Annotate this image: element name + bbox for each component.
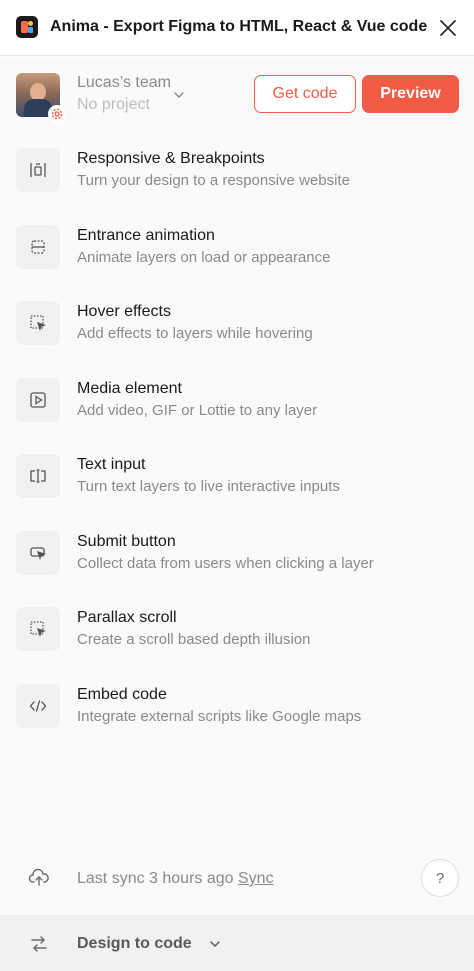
feature-subtitle: Turn text layers to live interactive inp…: [77, 478, 340, 495]
feature-subtitle: Animate layers on load or appearance: [77, 249, 331, 266]
feature-subtitle: Integrate external scripts like Google m…: [77, 708, 362, 725]
sync-link[interactable]: Sync: [238, 870, 274, 887]
anima-logo-icon: [16, 16, 38, 38]
get-code-button[interactable]: Get code: [254, 75, 356, 113]
team-name[interactable]: Lucas’s team: [77, 74, 171, 92]
feature-parallax-scroll[interactable]: Parallax scroll Create a scroll based de…: [0, 607, 474, 679]
settings-gear-icon[interactable]: [48, 105, 66, 123]
mode-switcher-bar[interactable]: Design to code: [0, 915, 474, 971]
feature-title: Parallax scroll: [77, 609, 177, 626]
hover-cursor-icon: [16, 301, 60, 345]
feature-subtitle: Collect data from users when clicking a …: [77, 555, 374, 572]
feature-title: Embed code: [77, 686, 167, 703]
sync-status: Last sync 3 hours ago Sync: [77, 870, 274, 888]
feature-subtitle: Turn your design to a responsive website: [77, 172, 350, 189]
feature-hover-effects[interactable]: Hover effects Add effects to layers whil…: [0, 301, 474, 373]
help-button[interactable]: ?: [421, 859, 459, 897]
sync-status-text: Last sync 3 hours ago: [77, 870, 234, 887]
feature-responsive-breakpoints[interactable]: Responsive & Breakpoints Turn your desig…: [0, 148, 474, 220]
feature-embed-code[interactable]: Embed code Integrate external scripts li…: [0, 684, 474, 756]
play-icon: [16, 378, 60, 422]
preview-button[interactable]: Preview: [362, 75, 459, 113]
close-icon[interactable]: [436, 16, 460, 40]
feature-title: Hover effects: [77, 303, 171, 320]
feature-subtitle: Add video, GIF or Lottie to any layer: [77, 402, 318, 419]
feature-title: Text input: [77, 456, 146, 473]
chevron-down-icon[interactable]: [208, 937, 222, 951]
project-name[interactable]: No project: [77, 96, 150, 114]
feature-media-element[interactable]: Media element Add video, GIF or Lottie t…: [0, 378, 474, 450]
submit-button-icon: [16, 531, 60, 575]
cloud-upload-icon: [28, 867, 50, 889]
text-input-icon: [16, 454, 60, 498]
code-icon: [16, 684, 60, 728]
feature-entrance-animation[interactable]: Entrance animation Animate layers on loa…: [0, 225, 474, 297]
entrance-animation-icon: [16, 225, 60, 269]
feature-subtitle: Add effects to layers while hovering: [77, 325, 313, 342]
title-bar: Anima - Export Figma to HTML, React & Vu…: [0, 0, 474, 56]
swap-arrows-icon: [28, 933, 50, 955]
feature-title: Responsive & Breakpoints: [77, 150, 265, 167]
chevron-down-icon[interactable]: [172, 88, 186, 102]
feature-submit-button[interactable]: Submit button Collect data from users wh…: [0, 531, 474, 603]
breakpoints-icon: [16, 148, 60, 192]
feature-title: Submit button: [77, 533, 176, 550]
parallax-icon: [16, 607, 60, 651]
window-title: Anima - Export Figma to HTML, React & Vu…: [50, 18, 428, 35]
feature-text-input[interactable]: Text input Turn text layers to live inte…: [0, 454, 474, 526]
feature-subtitle: Create a scroll based depth illusion: [77, 631, 311, 648]
feature-title: Entrance animation: [77, 227, 215, 244]
feature-title: Media element: [77, 380, 182, 397]
mode-label[interactable]: Design to code: [77, 935, 192, 953]
